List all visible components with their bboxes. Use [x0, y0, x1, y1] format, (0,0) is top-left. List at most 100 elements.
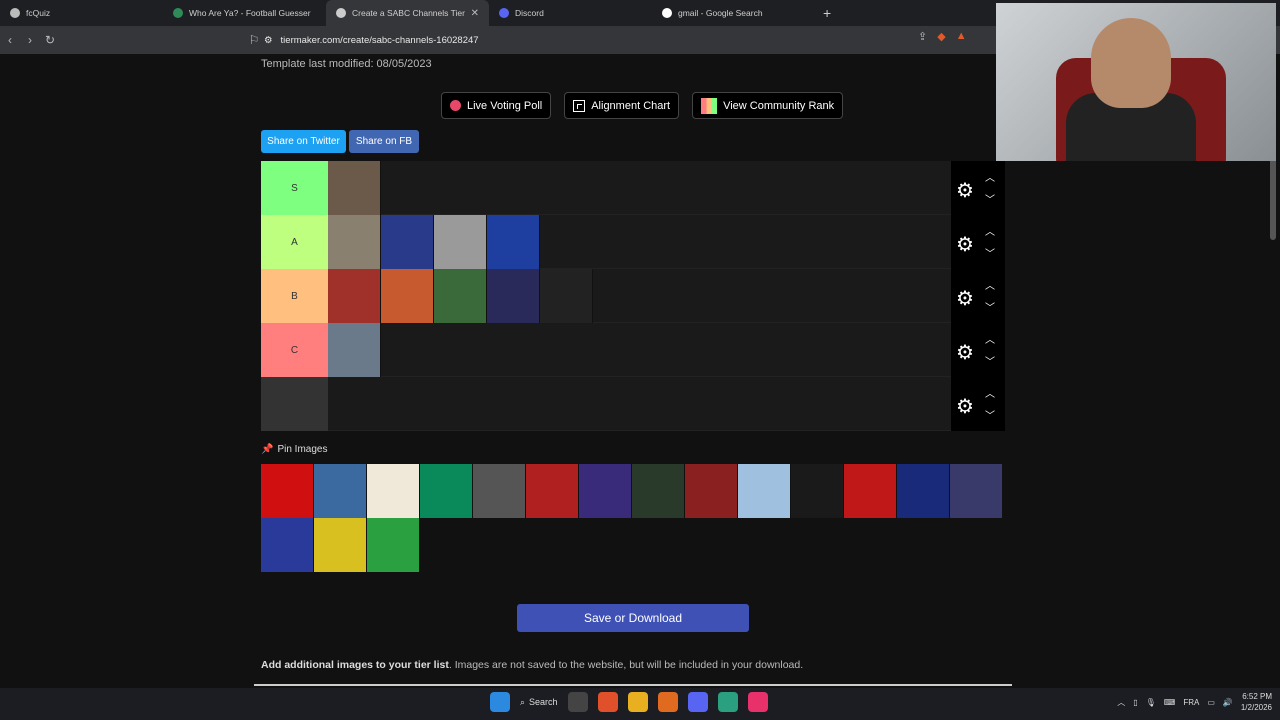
app-icon[interactable]: [717, 692, 738, 712]
tier-image[interactable]: [328, 161, 381, 215]
brave-shield-icon[interactable]: ◆: [937, 30, 945, 43]
pool-image[interactable]: [791, 464, 844, 518]
bookmark-icon[interactable]: ⚐: [244, 33, 264, 47]
pool-image[interactable]: [473, 464, 526, 518]
community-rank-button[interactable]: View Community Rank: [692, 92, 844, 119]
task-view-icon[interactable]: [567, 692, 588, 712]
pool-image[interactable]: [261, 464, 314, 518]
tier-label[interactable]: A: [261, 215, 328, 269]
share-twitter-button[interactable]: Share on Twitter: [261, 130, 346, 153]
pool-image[interactable]: [367, 464, 420, 518]
tier-image[interactable]: [434, 269, 487, 323]
brave-rewards-icon[interactable]: ▲: [956, 30, 967, 43]
browser-tab[interactable]: gmail - Google Search: [652, 0, 815, 26]
gear-icon[interactable]: ⚙: [956, 394, 974, 419]
pool-image[interactable]: [579, 464, 632, 518]
chevron-up-icon[interactable]: ︿: [985, 169, 995, 184]
add-images-link[interactable]: Add additional images to your tier list: [261, 659, 449, 671]
toolbar-icons: ⇪ ◆ ▲: [918, 30, 967, 43]
chevron-up-icon[interactable]: ︿: [1117, 697, 1125, 708]
chevron-down-icon[interactable]: ﹀: [985, 353, 995, 368]
search-icon: ⌕: [520, 696, 526, 707]
browser-tab[interactable]: Discord: [489, 0, 652, 26]
template-modified: Template last modified: 08/05/2023: [261, 58, 432, 70]
tier-image[interactable]: [381, 215, 434, 269]
chevron-up-icon[interactable]: ︿: [985, 223, 995, 238]
live-voting-poll-button[interactable]: Live Voting Poll: [441, 92, 552, 119]
battery-icon[interactable]: ▯: [1133, 698, 1137, 707]
chevron-up-icon[interactable]: ︿: [985, 331, 995, 346]
keyboard-icon[interactable]: ⌨: [1164, 698, 1176, 707]
pin-icon: 📌: [261, 444, 274, 455]
chevron-down-icon[interactable]: ﹀: [985, 245, 995, 260]
pool-image[interactable]: [261, 518, 314, 572]
close-tab-icon[interactable]: ✕: [471, 8, 479, 19]
pool-image[interactable]: [897, 464, 950, 518]
clock-time: 6:52 PM: [1242, 692, 1272, 701]
share-fb-button[interactable]: Share on FB: [349, 130, 419, 153]
tiktok-icon[interactable]: [747, 692, 768, 712]
chevron-down-icon[interactable]: ﹀: [985, 299, 995, 314]
tier-image[interactable]: [328, 323, 381, 377]
chevron-down-icon[interactable]: ﹀: [985, 191, 995, 206]
tier-image[interactable]: [328, 215, 381, 269]
tier-image[interactable]: [540, 269, 593, 323]
gear-icon[interactable]: ⚙: [956, 178, 974, 203]
language-indicator[interactable]: FRA: [1183, 698, 1199, 707]
browser-tab[interactable]: Create a SABC Channels Tier List ✕: [326, 0, 489, 26]
chevron-up-icon[interactable]: ︿: [985, 385, 995, 400]
back-icon[interactable]: ‹: [0, 33, 20, 47]
brave-icon[interactable]: [597, 692, 618, 712]
volume-icon[interactable]: 🔊: [1223, 698, 1233, 707]
tier-controls: ⚙ ︿ ﹀: [951, 269, 1005, 323]
reload-icon[interactable]: ↻: [40, 33, 60, 47]
pool-image[interactable]: [314, 518, 367, 572]
display-icon[interactable]: ▭: [1207, 698, 1215, 707]
tier-label[interactable]: B: [261, 269, 328, 323]
taskbar-search[interactable]: ⌕ Search: [520, 697, 558, 708]
site-info-icon[interactable]: ⚙: [264, 35, 273, 46]
tier-image[interactable]: [434, 215, 487, 269]
new-tab-button[interactable]: +: [815, 5, 839, 21]
pool-image[interactable]: [367, 518, 420, 572]
search-label: Search: [529, 697, 558, 707]
save-download-button[interactable]: Save or Download: [517, 604, 749, 632]
pool-image[interactable]: [685, 464, 738, 518]
pool-image[interactable]: [950, 464, 1003, 518]
favicon-icon: [662, 8, 672, 18]
url-field[interactable]: ⚙ tiermaker.com/create/sabc-channels-160…: [264, 29, 994, 51]
pool-image[interactable]: [844, 464, 897, 518]
tab-title: Who Are Ya? - Football Guesser: [189, 8, 311, 18]
tier-label[interactable]: C: [261, 323, 328, 377]
tier-image[interactable]: [381, 269, 434, 323]
pool-image[interactable]: [526, 464, 579, 518]
browser-tab[interactable]: Who Are Ya? - Football Guesser: [163, 0, 326, 26]
alignment-chart-button[interactable]: Alignment Chart: [564, 92, 680, 119]
windows-start-icon[interactable]: [490, 692, 510, 712]
pin-images[interactable]: 📌 Pin Images: [261, 444, 327, 455]
pool-image[interactable]: [420, 464, 473, 518]
pool-image[interactable]: [314, 464, 367, 518]
tier-image[interactable]: [487, 215, 540, 269]
pool-image[interactable]: [632, 464, 685, 518]
mic-icon[interactable]: 🎙: [1146, 698, 1156, 707]
browser-tab[interactable]: fcQuiz: [0, 0, 163, 26]
file-explorer-icon[interactable]: [627, 692, 648, 712]
chevron-down-icon[interactable]: ﹀: [985, 407, 995, 422]
gear-icon[interactable]: ⚙: [956, 286, 974, 311]
tier-items: [328, 323, 381, 377]
discord-icon[interactable]: [687, 692, 708, 712]
firefox-icon[interactable]: [657, 692, 678, 712]
chevron-up-icon[interactable]: ︿: [985, 277, 995, 292]
tier-image[interactable]: [487, 269, 540, 323]
share-icon[interactable]: ⇪: [918, 30, 927, 43]
forward-icon[interactable]: ›: [20, 33, 40, 47]
clock[interactable]: 6:52 PM 1/2/2026: [1241, 691, 1272, 713]
gear-icon[interactable]: ⚙: [956, 232, 974, 257]
tier-image[interactable]: [328, 269, 381, 323]
pool-image[interactable]: [738, 464, 791, 518]
gear-icon[interactable]: ⚙: [956, 340, 974, 365]
tier-label[interactable]: S: [261, 161, 328, 215]
tier-label[interactable]: [261, 377, 328, 431]
grid-icon: [573, 99, 586, 112]
